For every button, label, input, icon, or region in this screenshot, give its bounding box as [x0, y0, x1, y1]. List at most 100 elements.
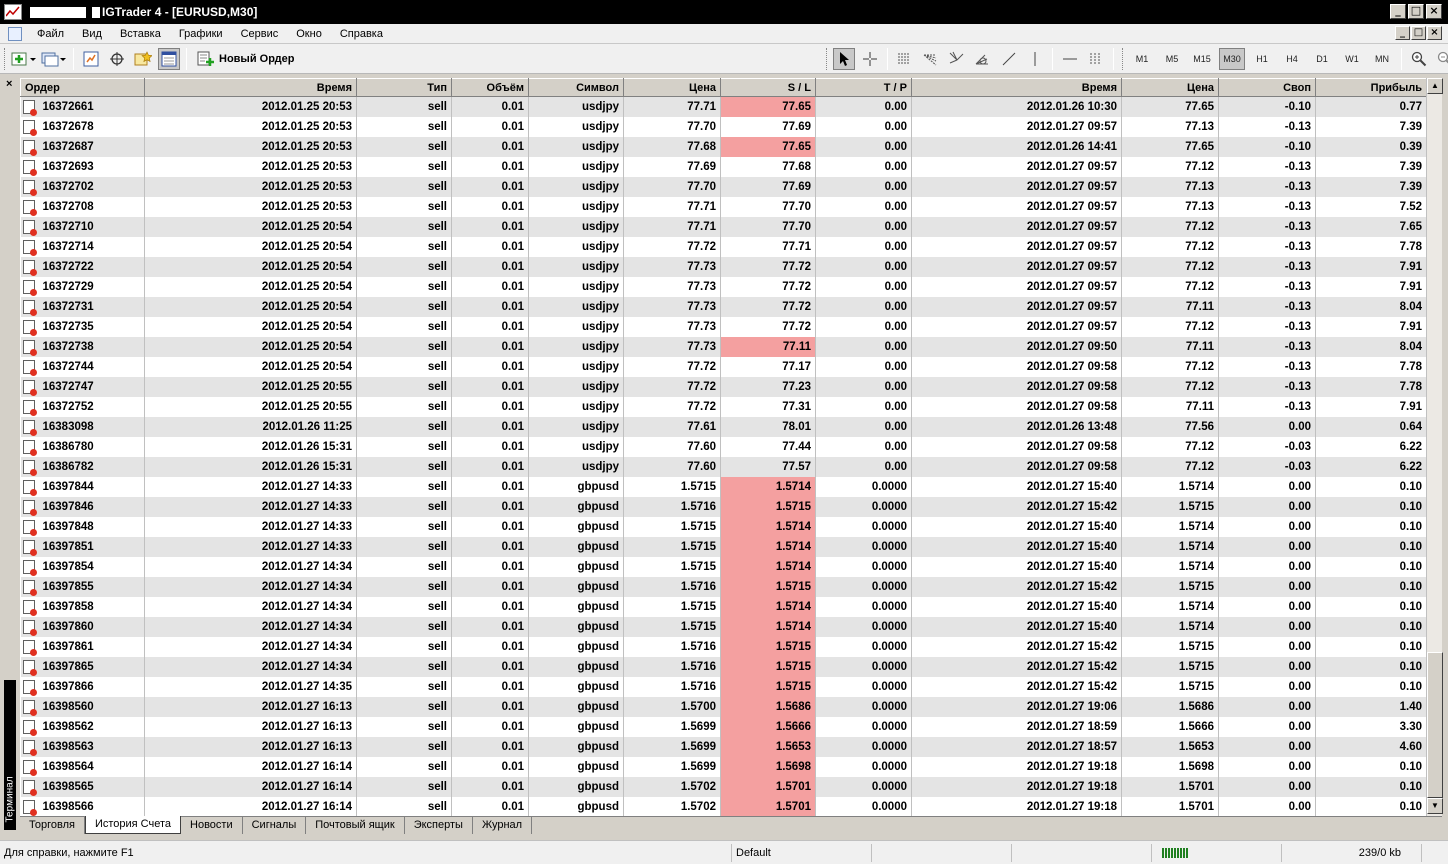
table-row[interactable]: 16372687 2012.01.25 20:53 sell 0.01 usdjpy 77…	[20, 136, 1426, 157]
vertical-scrollbar[interactable]: ▲ ▼	[1426, 78, 1443, 816]
table-row[interactable]: 16372661 2012.01.25 20:53 sell 0.01 usdjpy 77…	[20, 96, 1426, 117]
col-close-time[interactable]: Время	[911, 78, 1122, 97]
col-sl[interactable]: S / L	[720, 78, 816, 97]
table-row[interactable]: 16397851 2012.01.27 14:33 sell 0.01 gbpusd 1.…	[20, 536, 1426, 557]
table-row[interactable]: 16398565 2012.01.27 16:14 sell 0.01 gbpusd 1.…	[20, 776, 1426, 797]
table-row[interactable]: 16397855 2012.01.27 14:34 sell 0.01 gbpusd 1.…	[20, 576, 1426, 597]
timeframe-m1[interactable]: M1	[1129, 48, 1155, 70]
col-open-price[interactable]: Цена	[623, 78, 721, 97]
new-order-button[interactable]: Новый Ордер	[193, 48, 298, 70]
terminal-toggle-icon[interactable]	[158, 47, 180, 70]
market-watch-icon[interactable]	[80, 48, 102, 70]
fibo-retracement-icon[interactable]	[894, 48, 916, 70]
table-row[interactable]: 16397846 2012.01.27 14:33 sell 0.01 gbpusd 1.…	[20, 496, 1426, 517]
timeframe-w1[interactable]: W1	[1339, 48, 1365, 70]
table-row[interactable]: 16372731 2012.01.25 20:54 sell 0.01 usdjpy 77…	[20, 296, 1426, 317]
table-row[interactable]: 16372752 2012.01.25 20:55 sell 0.01 usdjpy 77…	[20, 396, 1426, 417]
mdi-minimize-button[interactable]: _	[1395, 26, 1410, 40]
channel-icon[interactable]	[1085, 48, 1107, 70]
table-row[interactable]: 16372729 2012.01.25 20:54 sell 0.01 usdjpy 77…	[20, 276, 1426, 297]
col-tp[interactable]: T / P	[815, 78, 912, 97]
table-row[interactable]: 16397848 2012.01.27 14:33 sell 0.01 gbpusd 1.…	[20, 516, 1426, 537]
tab-journal[interactable]: Журнал	[473, 817, 533, 834]
table-row[interactable]: 16397844 2012.01.27 14:33 sell 0.01 gbpusd 1.…	[20, 476, 1426, 497]
col-type[interactable]: Тип	[356, 78, 452, 97]
navigator-crosshair-icon[interactable]	[106, 48, 128, 70]
table-row[interactable]: 16386782 2012.01.26 15:31 sell 0.01 usdjpy 77…	[20, 456, 1426, 477]
col-symbol[interactable]: Символ	[528, 78, 624, 97]
fibo-fan-icon[interactable]	[920, 48, 942, 70]
timeframe-h1[interactable]: H1	[1249, 48, 1275, 70]
table-row[interactable]: 16383098 2012.01.26 11:25 sell 0.01 usdjpy 77…	[20, 416, 1426, 437]
table-row[interactable]: 16372702 2012.01.25 20:53 sell 0.01 usdjpy 77…	[20, 176, 1426, 197]
menu-file[interactable]: Файл	[28, 25, 73, 43]
table-row[interactable]: 16397860 2012.01.27 14:34 sell 0.01 gbpusd 1.…	[20, 616, 1426, 637]
col-open-time[interactable]: Время	[144, 78, 357, 97]
tab-trade[interactable]: Торговля	[20, 817, 85, 834]
table-row[interactable]: 16372738 2012.01.25 20:54 sell 0.01 usdjpy 77…	[20, 336, 1426, 357]
table-row[interactable]: 16397865 2012.01.27 14:34 sell 0.01 gbpusd 1.…	[20, 656, 1426, 677]
scroll-down-arrow[interactable]: ▼	[1427, 798, 1443, 814]
table-row[interactable]: 16398563 2012.01.27 16:13 sell 0.01 gbpusd 1.…	[20, 736, 1426, 757]
toolbar-grip-2[interactable]	[826, 48, 829, 70]
table-row[interactable]: 16372744 2012.01.25 20:54 sell 0.01 usdjpy 77…	[20, 356, 1426, 377]
table-row[interactable]: 16397858 2012.01.27 14:34 sell 0.01 gbpusd 1.…	[20, 596, 1426, 617]
timeframe-m5[interactable]: M5	[1159, 48, 1185, 70]
table-row[interactable]: 16397854 2012.01.27 14:34 sell 0.01 gbpusd 1.…	[20, 556, 1426, 577]
table-row[interactable]: 16398566 2012.01.27 16:14 sell 0.01 gbpusd 1.…	[20, 796, 1426, 816]
menu-insert[interactable]: Вставка	[111, 25, 170, 43]
tab-experts[interactable]: Эксперты	[405, 817, 473, 834]
vertical-line-icon[interactable]	[1024, 48, 1046, 70]
fibo-arcs-icon[interactable]	[946, 48, 968, 70]
menu-help[interactable]: Справка	[331, 25, 392, 43]
tab-account-history[interactable]: История Счета	[84, 816, 182, 834]
table-row[interactable]: 16372714 2012.01.25 20:54 sell 0.01 usdjpy 77…	[20, 236, 1426, 257]
table-row[interactable]: 16372708 2012.01.25 20:53 sell 0.01 usdjpy 77…	[20, 196, 1426, 217]
gann-angle-icon[interactable]	[972, 48, 994, 70]
table-row[interactable]: 16372710 2012.01.25 20:54 sell 0.01 usdjpy 77…	[20, 216, 1426, 237]
new-chart-icon[interactable]	[11, 48, 37, 70]
zoom-in-icon[interactable]	[1408, 48, 1430, 70]
profiles-icon[interactable]	[41, 48, 67, 70]
table-row[interactable]: 16372735 2012.01.25 20:54 sell 0.01 usdjpy 77…	[20, 316, 1426, 337]
col-volume[interactable]: Объём	[451, 78, 529, 97]
menu-view[interactable]: Вид	[73, 25, 111, 43]
menu-window[interactable]: Окно	[287, 25, 331, 43]
crosshair-icon[interactable]	[859, 48, 881, 70]
menu-charts[interactable]: Графики	[170, 25, 232, 43]
trendline-icon[interactable]	[998, 48, 1020, 70]
terminal-close-icon[interactable]: ×	[6, 78, 12, 90]
table-row[interactable]: 16398560 2012.01.27 16:13 sell 0.01 gbpusd 1.…	[20, 696, 1426, 717]
timeframe-d1[interactable]: D1	[1309, 48, 1335, 70]
tab-signals[interactable]: Сигналы	[243, 817, 307, 834]
toolbar-grip-3[interactable]	[1122, 48, 1125, 70]
cursor-arrow-icon[interactable]	[833, 48, 855, 70]
table-row[interactable]: 16397866 2012.01.27 14:35 sell 0.01 gbpusd 1.…	[20, 676, 1426, 697]
table-row[interactable]: 16398564 2012.01.27 16:14 sell 0.01 gbpusd 1.…	[20, 756, 1426, 777]
tab-news[interactable]: Новости	[181, 817, 243, 834]
table-row[interactable]: 16398562 2012.01.27 16:13 sell 0.01 gbpusd 1.…	[20, 716, 1426, 737]
mdi-close-button[interactable]: ×	[1427, 26, 1442, 40]
table-row[interactable]: 16386780 2012.01.26 15:31 sell 0.01 usdjpy 77…	[20, 436, 1426, 457]
timeframe-h4[interactable]: H4	[1279, 48, 1305, 70]
mdi-restore-button[interactable]: □	[1411, 26, 1426, 40]
timeframe-mn[interactable]: MN	[1369, 48, 1395, 70]
col-swap[interactable]: Своп	[1218, 78, 1316, 97]
toolbar-grip[interactable]	[4, 47, 7, 70]
table-row[interactable]: 16397861 2012.01.27 14:34 sell 0.01 gbpusd 1.…	[20, 636, 1426, 657]
table-row[interactable]: 16372722 2012.01.25 20:54 sell 0.01 usdjpy 77…	[20, 256, 1426, 277]
scroll-thumb[interactable]	[1427, 652, 1443, 798]
document-icon[interactable]	[8, 26, 22, 41]
table-row[interactable]: 16372678 2012.01.25 20:53 sell 0.01 usdjpy 77…	[20, 116, 1426, 137]
col-close-price[interactable]: Цена	[1121, 78, 1219, 97]
scroll-up-arrow[interactable]: ▲	[1427, 78, 1443, 94]
restore-button[interactable]: □	[1408, 4, 1424, 19]
table-row[interactable]: 16372747 2012.01.25 20:55 sell 0.01 usdjpy 77…	[20, 376, 1426, 397]
col-profit[interactable]: Прибыль	[1315, 78, 1426, 97]
menu-tools[interactable]: Сервис	[232, 25, 288, 43]
tab-mailbox[interactable]: Почтовый ящик	[306, 817, 405, 834]
col-order[interactable]: Ордер	[20, 78, 145, 97]
zoom-out-icon[interactable]	[1434, 48, 1448, 70]
horizontal-line-icon[interactable]	[1059, 48, 1081, 70]
timeframe-m30[interactable]: M30	[1219, 48, 1245, 70]
